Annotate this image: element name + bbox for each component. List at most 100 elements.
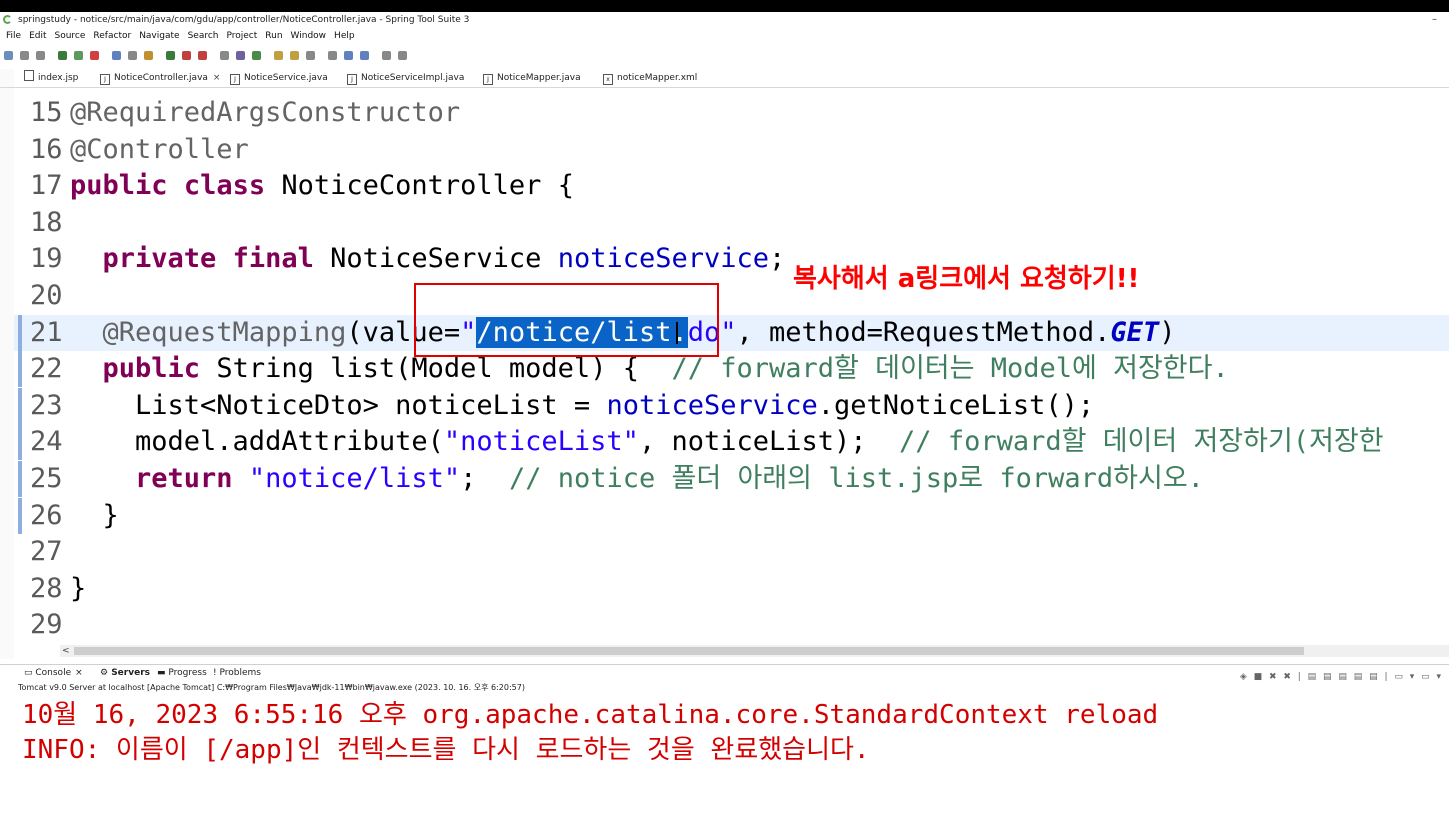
toolbar-tool-icon[interactable]	[128, 51, 137, 60]
screen-top-bar	[0, 0, 1449, 12]
code-token: @Controller	[70, 133, 249, 165]
code-line[interactable]: 24 model.addAttribute("noticeList", noti…	[14, 424, 1449, 460]
toolbar-tool-icon[interactable]	[74, 51, 83, 60]
toolbar-tool-icon[interactable]	[144, 51, 153, 60]
tab-label: NoticeMapper.java	[497, 73, 581, 83]
code-token: class	[183, 170, 266, 202]
line-number: 24	[30, 426, 63, 458]
tab-label: index.jsp	[38, 73, 79, 83]
toolbar-tool-icon[interactable]	[20, 51, 29, 60]
code-line[interactable]: 26 }	[14, 498, 1449, 534]
toolbar-tool-icon[interactable]	[220, 51, 229, 60]
toolbar-tool-icon[interactable]	[360, 51, 369, 60]
toolbar-tool-icon[interactable]	[58, 51, 67, 60]
tab-noticecontroller-java[interactable]: J NoticeController.java ×	[100, 69, 220, 87]
minimize-button[interactable]: –	[1432, 12, 1437, 28]
file-icon	[24, 70, 34, 81]
toolbar-tool-icon[interactable]	[290, 51, 299, 60]
toolbar-tool-icon[interactable]	[274, 51, 283, 60]
console-output[interactable]: 10월 16, 2023 6:55:16 오후 org.apache.catal…	[22, 698, 1442, 768]
code-line[interactable]: 25 return "notice/list"; // notice 폴더 아래…	[14, 461, 1449, 497]
code-token: // forward할 데이터 저장하기(저장한	[899, 426, 1384, 458]
toolbar-tool-icon[interactable]	[382, 51, 391, 60]
toolbar-tool-icon[interactable]	[36, 51, 45, 60]
code-token: @RequestMapping	[102, 316, 347, 348]
console-toolbar-icons[interactable]: ◈ ■ ✖ ✖ | ▤ ▤ ▤ ▤ ▤ | ▭ ▾ ▭ ▾	[1240, 669, 1443, 685]
tab-noticemapper-java[interactable]: J NoticeMapper.java	[483, 69, 581, 87]
toolbar-tool-icon[interactable]	[398, 51, 407, 60]
toolbar-tool-icon[interactable]	[90, 51, 99, 60]
toolbar-tool-icon[interactable]	[306, 51, 315, 60]
console-tab-servers[interactable]: ⚙ Servers	[100, 665, 150, 681]
tab-index-jsp[interactable]: index.jsp	[24, 69, 78, 87]
line-number: 22	[30, 353, 63, 385]
menu-edit[interactable]: Edit	[29, 31, 46, 41]
console-tab-label: Console	[35, 668, 72, 678]
close-console-icon[interactable]: ×	[75, 668, 83, 678]
console-tab-console[interactable]: ▭ Console ×	[24, 665, 83, 681]
code-line[interactable]: 19 private final NoticeService noticeSer…	[14, 241, 1449, 277]
tab-noticemapper-xml[interactable]: x noticeMapper.xml	[603, 69, 697, 87]
menu-window[interactable]: Window	[291, 31, 327, 41]
left-trim-strip	[0, 69, 14, 659]
tab-noticeservice-java[interactable]: J NoticeService.java	[230, 69, 328, 87]
console-tab-progress[interactable]: ▬ Progress	[157, 665, 207, 681]
toolbar-tool-icon[interactable]	[182, 51, 191, 60]
code-editor[interactable]: 15 @RequiredArgsConstructor 16 @Controller 1…	[14, 95, 1449, 645]
code-line[interactable]: 21 @RequestMapping(value="/notice/list.d…	[14, 314, 1449, 351]
tab-noticeserviceimpl-java[interactable]: J NoticeServiceImpl.java	[347, 69, 464, 87]
code-text: }	[70, 571, 86, 607]
code-text: }	[70, 498, 119, 534]
menu-search[interactable]: Search	[188, 31, 219, 41]
code-line[interactable]: 16 @Controller	[14, 132, 1449, 168]
menu-source[interactable]: Source	[55, 31, 86, 41]
code-line[interactable]: 18	[14, 205, 1449, 241]
code-token: , noticeList);	[638, 426, 900, 458]
mouse-text-cursor	[676, 322, 678, 344]
code-token: String list(Model model) {	[200, 353, 672, 385]
code-line[interactable]: 20	[14, 278, 1449, 314]
code-token: // notice 폴더 아래의 list.jsp로 forward하시오.	[508, 463, 1204, 494]
menu-file[interactable]: File	[6, 31, 21, 41]
console-tab-problems[interactable]: ! Problems	[213, 665, 261, 681]
line-number: 29	[30, 609, 63, 641]
code-token: ;	[460, 463, 509, 494]
menu-help[interactable]: Help	[334, 31, 355, 41]
change-marker	[18, 424, 22, 461]
code-line[interactable]: 27	[14, 534, 1449, 570]
menu-refactor[interactable]: Refactor	[93, 31, 131, 41]
toolbar-tool-icon[interactable]	[236, 51, 245, 60]
spring-app-icon	[3, 15, 12, 24]
code-token: "notice/list"	[248, 463, 461, 494]
code-line[interactable]: 17 public class NoticeController {	[14, 168, 1449, 204]
toolbar-tool-icon[interactable]	[112, 51, 121, 60]
java-file-icon: J	[347, 74, 357, 85]
change-marker	[18, 497, 22, 534]
console-line: 10월 16, 2023 6:55:16 오후 org.apache.catal…	[22, 700, 1159, 730]
code-line[interactable]: 28}	[14, 571, 1449, 607]
toolbar-tool-icon[interactable]	[166, 51, 175, 60]
code-line[interactable]: 23 List<NoticeDto> noticeList = noticeSe…	[14, 388, 1449, 424]
toolbar-tool-icon[interactable]	[344, 51, 353, 60]
toolbar-tool-icon[interactable]	[252, 51, 261, 60]
toolbar-tool-icon[interactable]	[328, 51, 337, 60]
code-token: , method=RequestMethod.	[736, 316, 1111, 348]
code-token: )	[1159, 316, 1176, 348]
code-line[interactable]: 22 public String list(Model model) { // …	[14, 351, 1449, 387]
editor-horizontal-scrollbar[interactable]: <	[60, 645, 1449, 657]
toolbar-tool-icon[interactable]	[4, 51, 13, 60]
scrollbar-thumb[interactable]	[74, 647, 1304, 655]
menu-project[interactable]: Project	[226, 31, 257, 41]
menu-navigate[interactable]: Navigate	[139, 31, 179, 41]
java-file-icon: J	[483, 74, 493, 85]
menu-run[interactable]: Run	[265, 31, 282, 41]
toolbar-tool-icon[interactable]	[198, 51, 207, 60]
scroll-left-icon[interactable]: <	[62, 645, 70, 657]
close-tab-icon[interactable]: ×	[213, 73, 221, 83]
code-line[interactable]: 29	[14, 607, 1449, 643]
code-token: noticeService	[557, 243, 770, 275]
code-line[interactable]: 15 @RequiredArgsConstructor	[14, 95, 1449, 131]
code-text: private final NoticeService noticeServic…	[70, 241, 786, 277]
